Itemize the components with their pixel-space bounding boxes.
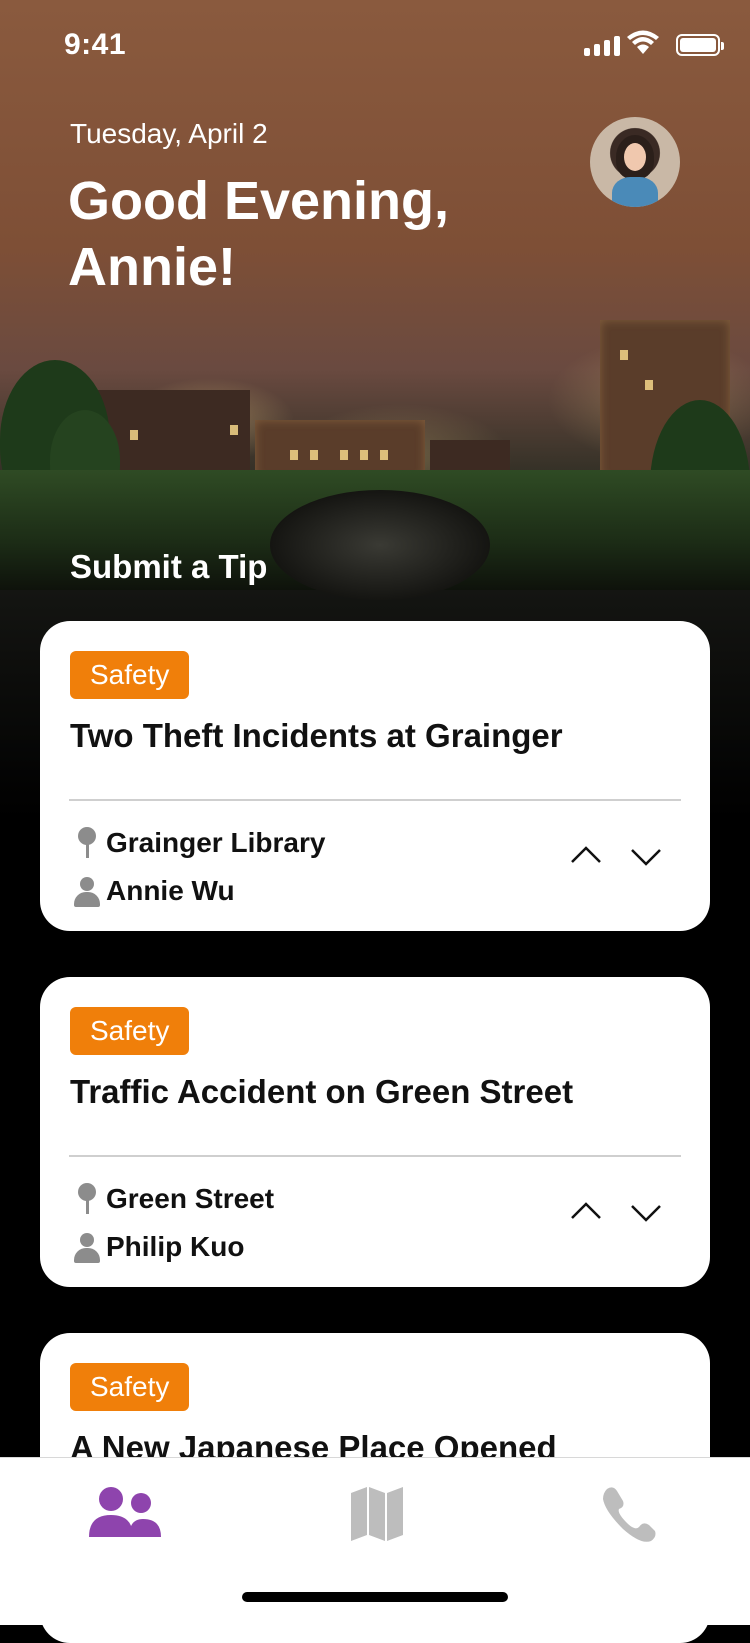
tip-location-row: Grainger Library xyxy=(70,827,325,859)
divider xyxy=(69,799,681,801)
chevron-down-icon xyxy=(631,849,661,866)
profile-avatar[interactable] xyxy=(590,117,680,207)
downvote-button[interactable] xyxy=(626,1192,666,1232)
category-tag: Safety xyxy=(70,651,190,699)
tip-location: Green Street xyxy=(106,1183,275,1214)
person-icon xyxy=(70,1231,106,1263)
location-pin-icon xyxy=(70,827,106,859)
tip-location-row: Green Street xyxy=(70,1183,274,1215)
tip-author: Annie Wu xyxy=(106,875,235,906)
map-icon xyxy=(351,1487,403,1541)
location-pin-icon xyxy=(70,1183,106,1215)
downvote-button[interactable] xyxy=(626,836,666,876)
phone-icon xyxy=(603,1487,656,1542)
upvote-button[interactable] xyxy=(566,1192,606,1232)
category-tag: Safety xyxy=(70,1007,190,1055)
tab-community[interactable] xyxy=(80,1478,170,1548)
person-icon xyxy=(70,875,106,907)
status-bar: 9:41 xyxy=(0,0,750,92)
tip-title: Traffic Accident on Green Street xyxy=(70,1073,574,1110)
cellular-signal-icon xyxy=(584,36,620,56)
home-indicator xyxy=(242,1592,508,1602)
chevron-up-icon xyxy=(571,1202,601,1219)
current-date: Tuesday, April 2 xyxy=(70,118,268,149)
submit-tip-link[interactable]: Submit a Tip xyxy=(70,548,267,586)
tip-card[interactable]: Safety Traffic Accident on Green Street … xyxy=(40,977,710,1287)
tip-location: Grainger Library xyxy=(106,827,326,858)
tip-author-row: Annie Wu xyxy=(70,875,235,907)
wifi-icon xyxy=(627,30,659,54)
category-tag: Safety xyxy=(70,1363,190,1411)
status-time: 9:41 xyxy=(64,28,127,61)
greeting-title: Good Evening, Annie! xyxy=(68,171,450,297)
upvote-button[interactable] xyxy=(566,836,606,876)
chevron-down-icon xyxy=(631,1205,661,1222)
tip-card[interactable]: Safety Two Theft Incidents at Grainger G… xyxy=(40,621,710,931)
tip-title: Two Theft Incidents at Grainger xyxy=(70,717,563,754)
tab-map[interactable] xyxy=(332,1478,422,1548)
tip-author: Philip Kuo xyxy=(106,1231,245,1262)
chevron-up-icon xyxy=(571,846,601,863)
divider xyxy=(69,1155,681,1157)
tip-author-row: Philip Kuo xyxy=(70,1231,244,1263)
battery-icon xyxy=(676,34,724,56)
tab-call[interactable] xyxy=(582,1478,672,1548)
people-icon xyxy=(89,1487,161,1537)
